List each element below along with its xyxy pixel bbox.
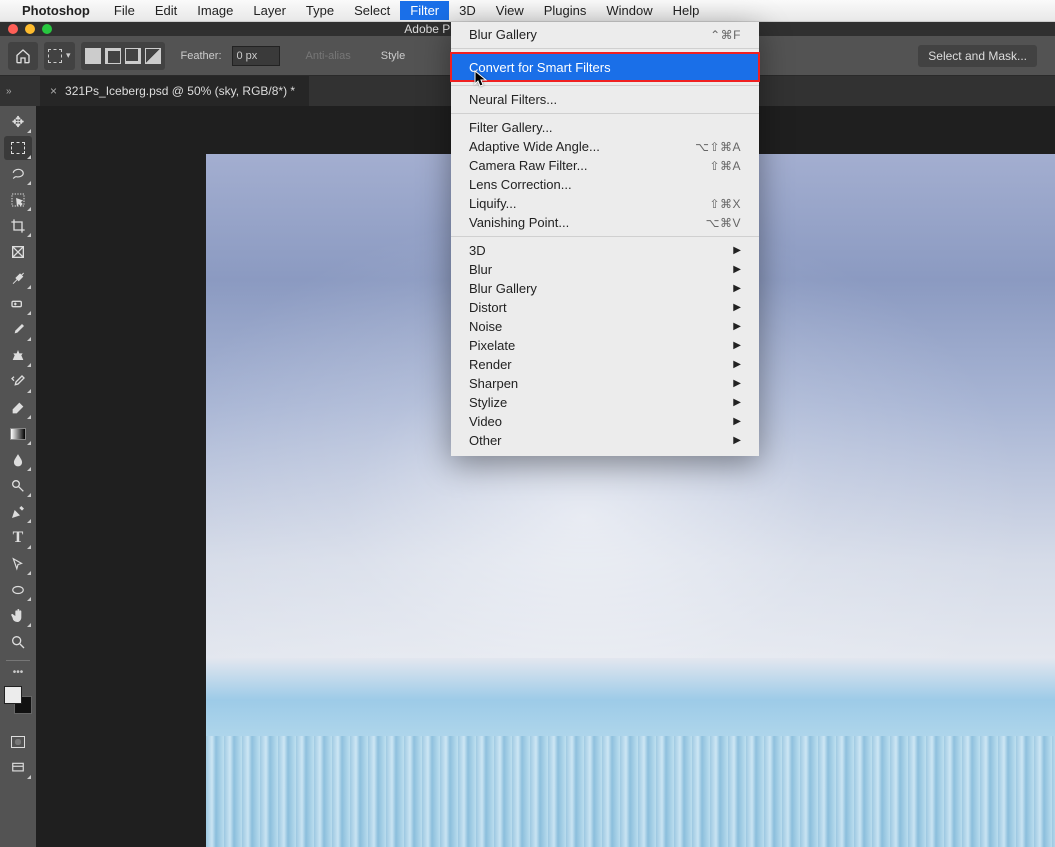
pen-tool[interactable] xyxy=(4,500,32,524)
ellipse-tool[interactable] xyxy=(4,578,32,602)
select-and-mask-button[interactable]: Select and Mask... xyxy=(918,45,1037,67)
menu-layer[interactable]: Layer xyxy=(243,1,296,20)
feather-label: Feather: xyxy=(181,50,222,62)
menu-type[interactable]: Type xyxy=(296,1,344,20)
quick-mask-toggle[interactable] xyxy=(4,730,32,754)
toolbar: ✥ T ••• xyxy=(0,106,36,847)
menu-item-adaptive-wide-angle[interactable]: Adaptive Wide Angle...⌥⇧⌘A xyxy=(451,137,759,156)
blur-tool[interactable] xyxy=(4,448,32,472)
move-tool[interactable]: ✥ xyxy=(4,110,32,134)
type-tool[interactable]: T xyxy=(4,526,32,550)
menu-plugins[interactable]: Plugins xyxy=(534,1,597,20)
submenu-sharpen[interactable]: Sharpen▶ xyxy=(451,374,759,393)
history-brush-tool[interactable] xyxy=(4,370,32,394)
intersect-selection-icon[interactable] xyxy=(145,48,161,64)
cursor-icon xyxy=(474,70,488,93)
menu-item-camera-raw[interactable]: Camera Raw Filter...⇧⌘A xyxy=(451,156,759,175)
home-button[interactable] xyxy=(8,42,38,70)
brush-tool[interactable] xyxy=(4,318,32,342)
healing-brush-tool[interactable] xyxy=(4,292,32,316)
submenu-noise[interactable]: Noise▶ xyxy=(451,317,759,336)
menu-item-neural-filters[interactable]: Neural Filters... xyxy=(451,90,759,109)
window-minimize-button[interactable] xyxy=(25,24,35,34)
add-selection-icon[interactable] xyxy=(105,48,121,64)
path-select-tool[interactable] xyxy=(4,552,32,576)
document-tab-title: 321Ps_Iceberg.psd @ 50% (sky, RGB/8*) * xyxy=(65,84,295,98)
submenu-render[interactable]: Render▶ xyxy=(451,355,759,374)
menu-image[interactable]: Image xyxy=(187,1,243,20)
canvas-image-ice xyxy=(206,736,1055,847)
menu-3d[interactable]: 3D xyxy=(449,1,486,20)
object-select-tool[interactable] xyxy=(4,188,32,212)
antialias-label: Anti-alias xyxy=(306,50,351,62)
gradient-tool[interactable] xyxy=(4,422,32,446)
marquee-mode-selector[interactable]: ▾ xyxy=(44,42,75,70)
lasso-tool[interactable] xyxy=(4,162,32,186)
eraser-tool[interactable] xyxy=(4,396,32,420)
submenu-pixelate[interactable]: Pixelate▶ xyxy=(451,336,759,355)
clone-stamp-tool[interactable] xyxy=(4,344,32,368)
submenu-blur[interactable]: Blur▶ xyxy=(451,260,759,279)
submenu-other[interactable]: Other▶ xyxy=(451,431,759,450)
crop-tool[interactable] xyxy=(4,214,32,238)
submenu-video[interactable]: Video▶ xyxy=(451,412,759,431)
app-name[interactable]: Photoshop xyxy=(22,3,90,18)
menu-window[interactable]: Window xyxy=(596,1,662,20)
dodge-tool[interactable] xyxy=(4,474,32,498)
color-swatches[interactable] xyxy=(4,686,32,714)
menu-view[interactable]: View xyxy=(486,1,534,20)
panel-toggle-icon[interactable]: » xyxy=(6,86,12,97)
submenu-blur-gallery[interactable]: Blur Gallery▶ xyxy=(451,279,759,298)
menu-item-last-filter[interactable]: Blur Gallery⌃⌘F xyxy=(451,25,759,44)
style-label: Style xyxy=(381,50,405,62)
menu-file[interactable]: File xyxy=(104,1,145,20)
close-tab-icon[interactable]: × xyxy=(50,84,57,98)
window-close-button[interactable] xyxy=(8,24,18,34)
document-tab[interactable]: × 321Ps_Iceberg.psd @ 50% (sky, RGB/8*) … xyxy=(40,76,309,106)
hand-tool[interactable] xyxy=(4,604,32,628)
feather-input[interactable] xyxy=(232,46,280,66)
submenu-3d[interactable]: 3D▶ xyxy=(451,241,759,260)
menu-select[interactable]: Select xyxy=(344,1,400,20)
subtract-selection-icon[interactable] xyxy=(125,48,141,64)
menu-filter[interactable]: Filter xyxy=(400,1,449,20)
marquee-tool[interactable] xyxy=(4,136,32,160)
menu-item-filter-gallery[interactable]: Filter Gallery... xyxy=(451,118,759,137)
menu-item-lens-correction[interactable]: Lens Correction... xyxy=(451,175,759,194)
submenu-stylize[interactable]: Stylize▶ xyxy=(451,393,759,412)
eyedropper-tool[interactable] xyxy=(4,266,32,290)
filter-menu-dropdown: Blur Gallery⌃⌘F Convert for Smart Filter… xyxy=(451,22,759,456)
selection-boolean-group xyxy=(81,42,165,70)
macos-menubar: Photoshop File Edit Image Layer Type Sel… xyxy=(0,0,1055,22)
menu-item-vanishing-point[interactable]: Vanishing Point...⌥⌘V xyxy=(451,213,759,232)
window-maximize-button[interactable] xyxy=(42,24,52,34)
frame-tool[interactable] xyxy=(4,240,32,264)
menu-item-liquify[interactable]: Liquify...⇧⌘X xyxy=(451,194,759,213)
menu-item-convert-smart-filters[interactable]: Convert for Smart Filters xyxy=(451,53,759,81)
new-selection-icon[interactable] xyxy=(85,48,101,64)
screen-mode-toggle[interactable] xyxy=(4,756,32,780)
zoom-tool[interactable] xyxy=(4,630,32,654)
menu-edit[interactable]: Edit xyxy=(145,1,187,20)
menu-help[interactable]: Help xyxy=(663,1,710,20)
submenu-distort[interactable]: Distort▶ xyxy=(451,298,759,317)
